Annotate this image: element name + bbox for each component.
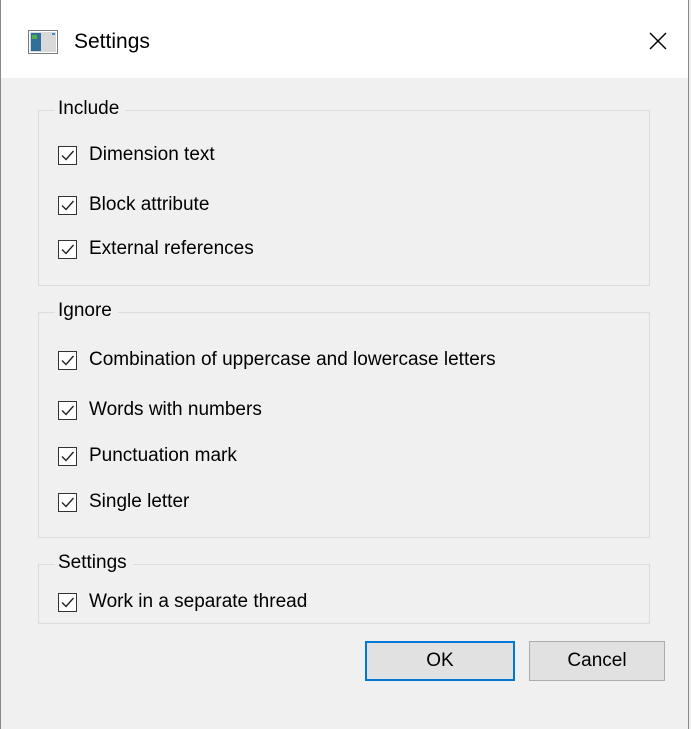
settings-group: Settings Work in a separate thread [38,551,650,624]
title-bar[interactable]: Settings [1,0,688,78]
checkbox[interactable] [58,592,77,612]
checkbox[interactable] [58,350,77,370]
checkmark-icon [61,405,75,416]
checkbox-label: Punctuation mark [89,445,237,466]
checkbox[interactable] [58,400,77,420]
checkbox-words-with-numbers[interactable]: Words with numbers [58,396,262,424]
close-button[interactable] [628,14,688,68]
ok-button[interactable]: OK [365,641,515,681]
checkmark-icon [61,200,75,211]
window-app-icon [28,30,58,54]
checkbox-block-attribute[interactable]: Block attribute [58,191,209,219]
include-group-label: Include [55,97,126,121]
checkbox-label: Dimension text [89,144,215,165]
checkmark-icon [61,150,75,161]
ignore-group: Ignore Combination of uppercase and lowe… [38,299,650,538]
checkmark-icon [61,244,75,255]
checkbox-label: Combination of uppercase and lowercase l… [89,349,496,370]
checkbox-separate-thread[interactable]: Work in a separate thread [58,588,307,616]
checkbox[interactable] [58,239,77,259]
checkbox-label: External references [89,238,254,259]
checkmark-icon [61,355,75,366]
checkbox[interactable] [58,195,77,215]
checkmark-icon [61,451,75,462]
checkbox-label: Block attribute [89,194,210,215]
checkbox-label: Words with numbers [89,399,262,420]
ignore-group-label: Ignore [55,299,118,323]
checkbox-punctuation-mark[interactable]: Punctuation mark [58,442,237,470]
include-group: Include Dimension text Block attribute E… [38,97,650,286]
cancel-button[interactable]: Cancel [529,641,665,681]
window-title: Settings [74,30,150,53]
checkbox-single-letter[interactable]: Single letter [58,488,189,516]
checkbox[interactable] [58,145,77,165]
checkbox-label: Single letter [89,491,190,512]
checkbox[interactable] [58,446,77,466]
checkbox-external-references[interactable]: External references [58,235,254,263]
settings-dialog: Settings Include Dimension text Block at… [0,0,689,729]
checkmark-icon [61,497,75,508]
close-icon [649,32,667,50]
checkbox-label: Work in a separate thread [89,591,308,612]
checkmark-icon [61,597,75,608]
checkbox-mixed-case[interactable]: Combination of uppercase and lowercase l… [58,346,496,374]
checkbox-dimension-text[interactable]: Dimension text [58,141,215,169]
checkbox[interactable] [58,492,77,512]
settings-group-label: Settings [55,551,133,575]
